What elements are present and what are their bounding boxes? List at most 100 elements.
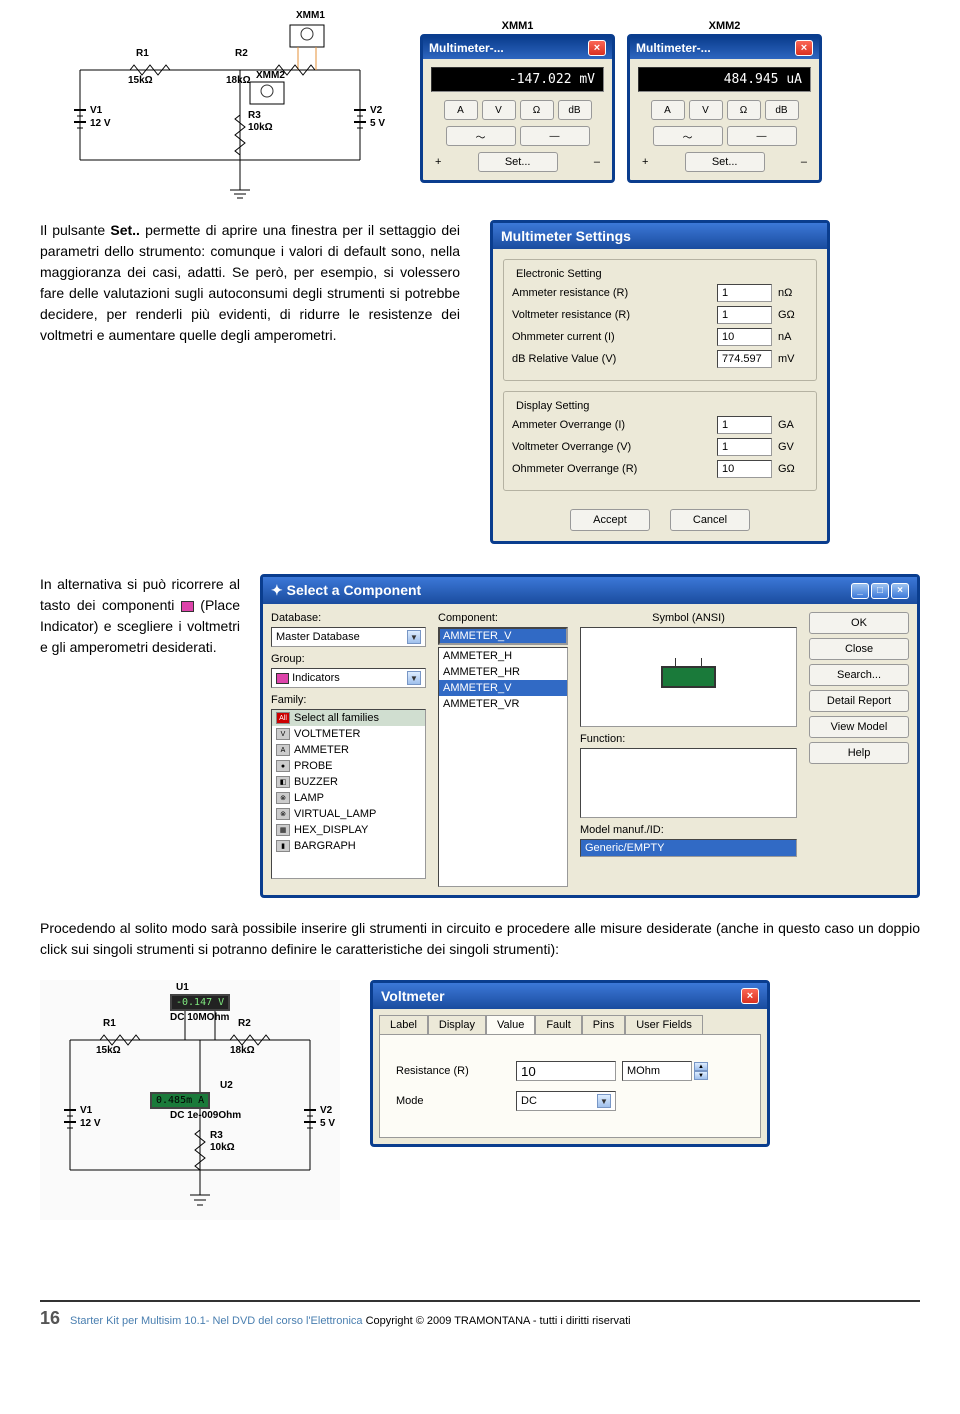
tab-user-fields[interactable]: User Fields <box>625 1015 703 1034</box>
footer-text-b: Copyright © 2009 TRAMONTANA - tutti i di… <box>366 1315 631 1327</box>
db-rel-label: dB Relative Value (V) <box>512 353 717 365</box>
meter-btn-ohm[interactable]: Ω <box>520 100 554 120</box>
mode-dropdown[interactable]: DC▼ <box>516 1091 616 1111</box>
component-list[interactable]: AMMETER_H AMMETER_HR AMMETER_V AMMETER_V… <box>438 647 568 887</box>
meter-btn-db[interactable]: dB <box>558 100 592 120</box>
ohm-over-unit: GΩ <box>778 463 808 475</box>
volt-over-input[interactable] <box>717 438 772 456</box>
close-button[interactable]: Close <box>809 638 909 660</box>
multimeter-2: Multimeter-... × 484.945 uA A V Ω dB 〜 <box>627 34 822 183</box>
cancel-button[interactable]: Cancel <box>670 509 750 531</box>
db-rel-input[interactable] <box>717 350 772 368</box>
meter-btn-db[interactable]: dB <box>765 100 799 120</box>
minus-terminal: – <box>801 156 807 168</box>
db-rel-unit: mV <box>778 353 808 365</box>
tab-value[interactable]: Value <box>486 1015 535 1034</box>
electronic-setting-group: Electronic Setting <box>512 268 606 280</box>
resistance-unit-dropdown[interactable]: MOhm <box>622 1061 692 1081</box>
set-button[interactable]: Set... <box>685 152 765 172</box>
resistance-input[interactable] <box>516 1061 616 1081</box>
ohmmeter-i-input[interactable] <box>717 328 772 346</box>
r1-val2: 15kΩ <box>96 1045 121 1056</box>
tab-fault[interactable]: Fault <box>535 1015 581 1034</box>
family-item-all[interactable]: AllSelect all families <box>272 710 425 726</box>
resistance-label: Resistance (R) <box>396 1065 516 1077</box>
v2-val: 5 V <box>370 118 385 129</box>
help-button[interactable]: Help <box>809 742 909 764</box>
probe-icon: ● <box>276 760 290 772</box>
voltmeter-title: Voltmeter <box>381 988 445 1004</box>
family-item[interactable]: ⊗VIRTUAL_LAMP <box>272 806 425 822</box>
family-item[interactable]: ◧BUZZER <box>272 774 425 790</box>
meter2-display: 484.945 uA <box>638 67 811 92</box>
meter-btn-v[interactable]: V <box>482 100 516 120</box>
meter2-label: XMM2 <box>627 20 822 32</box>
detail-report-button[interactable]: Detail Report <box>809 690 909 712</box>
family-item[interactable]: ●PROBE <box>272 758 425 774</box>
maximize-icon[interactable]: □ <box>871 583 889 599</box>
meter1-title: Multimeter-... <box>429 41 504 55</box>
model-id-label: Model manuf./ID: <box>580 824 797 836</box>
u1-label: U1 <box>176 982 189 993</box>
family-item[interactable]: VVOLTMETER <box>272 726 425 742</box>
group-dropdown[interactable]: Indicators▼ <box>271 668 426 688</box>
v1-val2: 12 V <box>80 1118 101 1129</box>
family-item[interactable]: ▮BARGRAPH <box>272 838 425 854</box>
component-item-selected[interactable]: AMMETER_V <box>439 680 567 696</box>
meter-btn-v[interactable]: V <box>689 100 723 120</box>
page-number: 16 <box>40 1308 60 1329</box>
all-icon: All <box>276 712 290 724</box>
r1-label2: R1 <box>103 1018 116 1029</box>
family-item[interactable]: ⊗LAMP <box>272 790 425 806</box>
close-icon[interactable]: × <box>795 40 813 56</box>
u2-label: U2 <box>220 1080 233 1091</box>
minimize-icon[interactable]: _ <box>851 583 869 599</box>
ohmmeter-i-label: Ohmmeter current (I) <box>512 331 717 343</box>
component-item[interactable]: AMMETER_HR <box>439 664 567 680</box>
database-dropdown[interactable]: Master Database▼ <box>271 627 426 647</box>
voltmeter-dialog: Voltmeter × Label Display Value Fault Pi… <box>370 980 770 1147</box>
family-item[interactable]: ▦HEX_DISPLAY <box>272 822 425 838</box>
close-icon[interactable]: × <box>588 40 606 56</box>
amm-over-input[interactable] <box>717 416 772 434</box>
ok-button[interactable]: OK <box>809 612 909 634</box>
search-button[interactable]: Search... <box>809 664 909 686</box>
buzzer-icon: ◧ <box>276 776 290 788</box>
tab-display[interactable]: Display <box>428 1015 486 1034</box>
group-label: Group: <box>271 653 426 665</box>
ohm-over-input[interactable] <box>717 460 772 478</box>
component-search-input[interactable]: AMMETER_V <box>438 627 568 645</box>
voltmeter-r-input[interactable] <box>717 306 772 324</box>
r1-label: R1 <box>136 48 149 59</box>
meter-btn-ohm[interactable]: Ω <box>727 100 761 120</box>
r2-label2: R2 <box>238 1018 251 1029</box>
accept-button[interactable]: Accept <box>570 509 650 531</box>
component-item[interactable]: AMMETER_VR <box>439 696 567 712</box>
family-item[interactable]: AAMMETER <box>272 742 425 758</box>
r3-label: R3 <box>248 110 261 121</box>
circuit-diagram-1: XMM1 XMM2 R1 15kΩ R2 R2 R3 10kΩ V1 12 V … <box>40 20 400 200</box>
tab-label[interactable]: Label <box>379 1015 428 1034</box>
meter-btn-ac[interactable]: 〜 <box>446 126 516 146</box>
view-model-button[interactable]: View Model <box>809 716 909 738</box>
family-list[interactable]: AllSelect all families VVOLTMETER AAMMET… <box>271 709 426 879</box>
component-item[interactable]: AMMETER_H <box>439 648 567 664</box>
spinner-up-icon[interactable]: ▲ <box>694 1062 708 1071</box>
close-icon[interactable]: × <box>741 988 759 1004</box>
tab-pins[interactable]: Pins <box>582 1015 625 1034</box>
component-label: Component: <box>438 612 568 624</box>
symbol-preview <box>580 627 797 727</box>
u2-desc: DC 1e-009Ohm <box>170 1110 241 1121</box>
ammeter-r-input[interactable] <box>717 284 772 302</box>
meter-btn-dc[interactable]: — <box>520 126 590 146</box>
meter-btn-dc[interactable]: — <box>727 126 797 146</box>
set-button[interactable]: Set... <box>478 152 558 172</box>
spinner-down-icon[interactable]: ▼ <box>694 1071 708 1080</box>
meter-btn-a[interactable]: A <box>444 100 478 120</box>
ohmmeter-i-unit: nA <box>778 331 808 343</box>
ammeter-r-label: Ammeter resistance (R) <box>512 287 717 299</box>
settings-title: Multimeter Settings <box>493 223 827 249</box>
meter-btn-a[interactable]: A <box>651 100 685 120</box>
close-icon[interactable]: × <box>891 583 909 599</box>
meter-btn-ac[interactable]: 〜 <box>653 126 723 146</box>
